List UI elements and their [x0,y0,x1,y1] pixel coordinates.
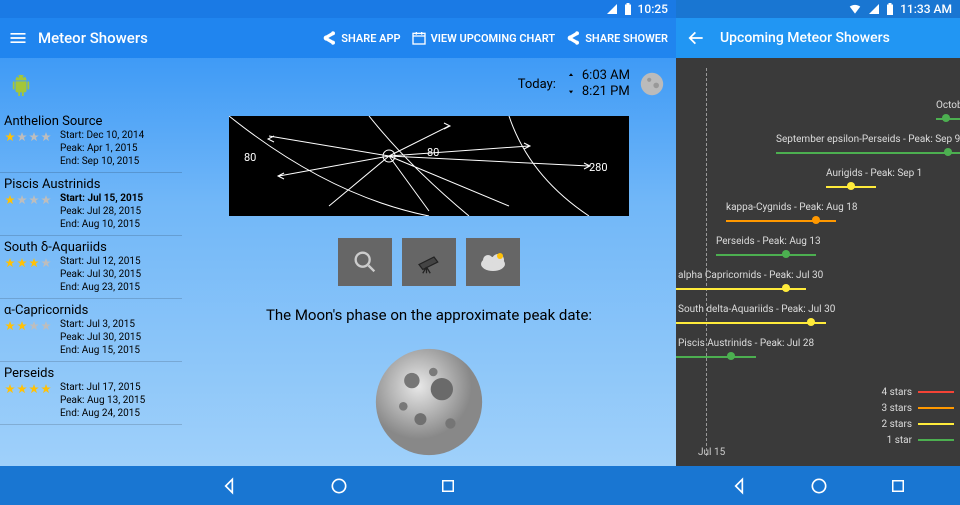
status-time: 10:25 [638,2,668,16]
view-chart-button[interactable]: VIEW UPCOMING CHART [411,30,556,46]
x-axis-label: Jul 15 [698,447,725,458]
today-row: Today: 6:03 AM 8:21 PM [0,58,676,110]
upcoming-chart[interactable]: Jul 15 4 stars3 stars2 stars1 star Octob… [676,58,960,466]
chart-series: Aurigids - Peak: Sep 1 [676,166,960,196]
chart-series: October-Camelopardalids [676,98,960,128]
legend-item: 3 stars [881,400,954,416]
back-icon[interactable] [686,28,706,48]
list-item[interactable]: South δ-Aquariids Start: Jul 12, 2015Pea… [0,236,182,299]
svg-text:80: 80 [244,151,256,164]
shower-name: South δ-Aquariids [4,240,176,255]
telescope-icon [414,247,444,277]
legend-item: 1 star [881,432,954,448]
status-time: 11:33 AM [900,2,952,16]
sunset-icon [564,87,578,97]
svg-text:80: 80 [427,146,439,159]
back-button[interactable] [729,476,749,496]
shower-name: α-Capricornids [4,303,176,318]
shower-name: Piscis Austrinids [4,177,176,192]
status-bar: 10:25 [0,0,676,18]
status-bar: 11:33 AM [676,0,960,18]
chart-series: kappa-Cygnids - Peak: Aug 18 [676,200,960,230]
shower-dates: Start: Jul 17, 2015Peak: Aug 13, 2015End… [60,381,145,420]
shower-dates: Start: Jul 3, 2015Peak: Jul 30, 2015End:… [60,318,141,357]
page-title: Upcoming Meteor Showers [720,30,890,46]
app-bar: Meteor Showers SHARE APP VIEW UPCOMING C… [0,18,676,58]
battery-icon [886,3,894,15]
cloud-icon [478,249,508,275]
chart-series: September epsilon-Perseids - Peak: Sep 9 [676,132,960,162]
chart-series: alpha Capricornids - Peak: Jul 30 [676,268,960,298]
shower-list[interactable]: Anthelion Source Start: Dec 10, 2014Peak… [0,110,182,466]
sunrise-icon [564,71,578,81]
shower-name: Anthelion Source [4,114,176,129]
list-item[interactable]: Perseids Start: Jul 17, 2015Peak: Aug 13… [0,362,182,425]
star-rating [4,383,52,395]
recent-button[interactable] [889,477,907,495]
star-rating [4,194,52,206]
recent-button[interactable] [439,477,457,495]
system-nav-bar [0,466,676,505]
legend: 4 stars3 stars2 stars1 star [881,384,954,448]
legend-item: 2 stars [881,416,954,432]
chart-series: Perseids - Peak: Aug 13 [676,234,960,264]
moon-phase-text: The Moon's phase on the approximate peak… [266,306,592,324]
battery-icon [624,3,632,15]
back-button[interactable] [219,476,239,496]
today-label: Today: [518,77,556,92]
chart-series: South delta-Aquariids - Peak: Jul 30 [676,302,960,332]
chart-series: Piscis Austrinids - Peak: Jul 28 [676,336,960,366]
shower-name: Perseids [4,366,176,381]
home-button[interactable] [329,476,349,496]
sky-chart[interactable]: 80 80 280 [229,116,629,216]
wifi-icon [848,3,862,15]
list-item[interactable]: α-Capricornids Start: Jul 3, 2015Peak: J… [0,299,182,362]
star-rating [4,320,52,332]
home-button[interactable] [809,476,829,496]
menu-icon[interactable] [8,28,28,48]
svg-text:280: 280 [589,161,608,174]
list-item[interactable]: Piscis Austrinids Start: Jul 15, 2015Pea… [0,173,182,236]
share-shower-button[interactable]: SHARE SHOWER [565,30,668,46]
shower-dates: Start: Dec 10, 2014Peak: Apr 1, 2015End:… [60,129,144,168]
shower-dates: Start: Jul 12, 2015Peak: Jul 30, 2015End… [60,255,141,294]
signal-icon [606,3,618,15]
star-rating [4,131,52,143]
search-icon [351,248,379,276]
moon-phase-image [364,342,494,466]
system-nav-bar [676,466,960,505]
shower-dates: Start: Jul 15, 2015Peak: Jul 28, 2015End… [60,192,143,231]
star-rating [4,257,52,269]
moon-thumbnail-icon [638,70,666,98]
telescope-button[interactable] [402,238,456,286]
legend-item: 4 stars [881,384,954,400]
share-icon [321,30,337,46]
app-title: Meteor Showers [38,29,148,47]
weather-button[interactable] [466,238,520,286]
signal-icon [868,3,880,15]
app-bar: Upcoming Meteor Showers [676,18,960,58]
search-button[interactable] [338,238,392,286]
list-item[interactable]: Anthelion Source Start: Dec 10, 2014Peak… [0,110,182,173]
share-icon [565,30,581,46]
android-icon [10,72,32,98]
share-app-button[interactable]: SHARE APP [321,30,400,46]
calendar-icon [411,30,427,46]
